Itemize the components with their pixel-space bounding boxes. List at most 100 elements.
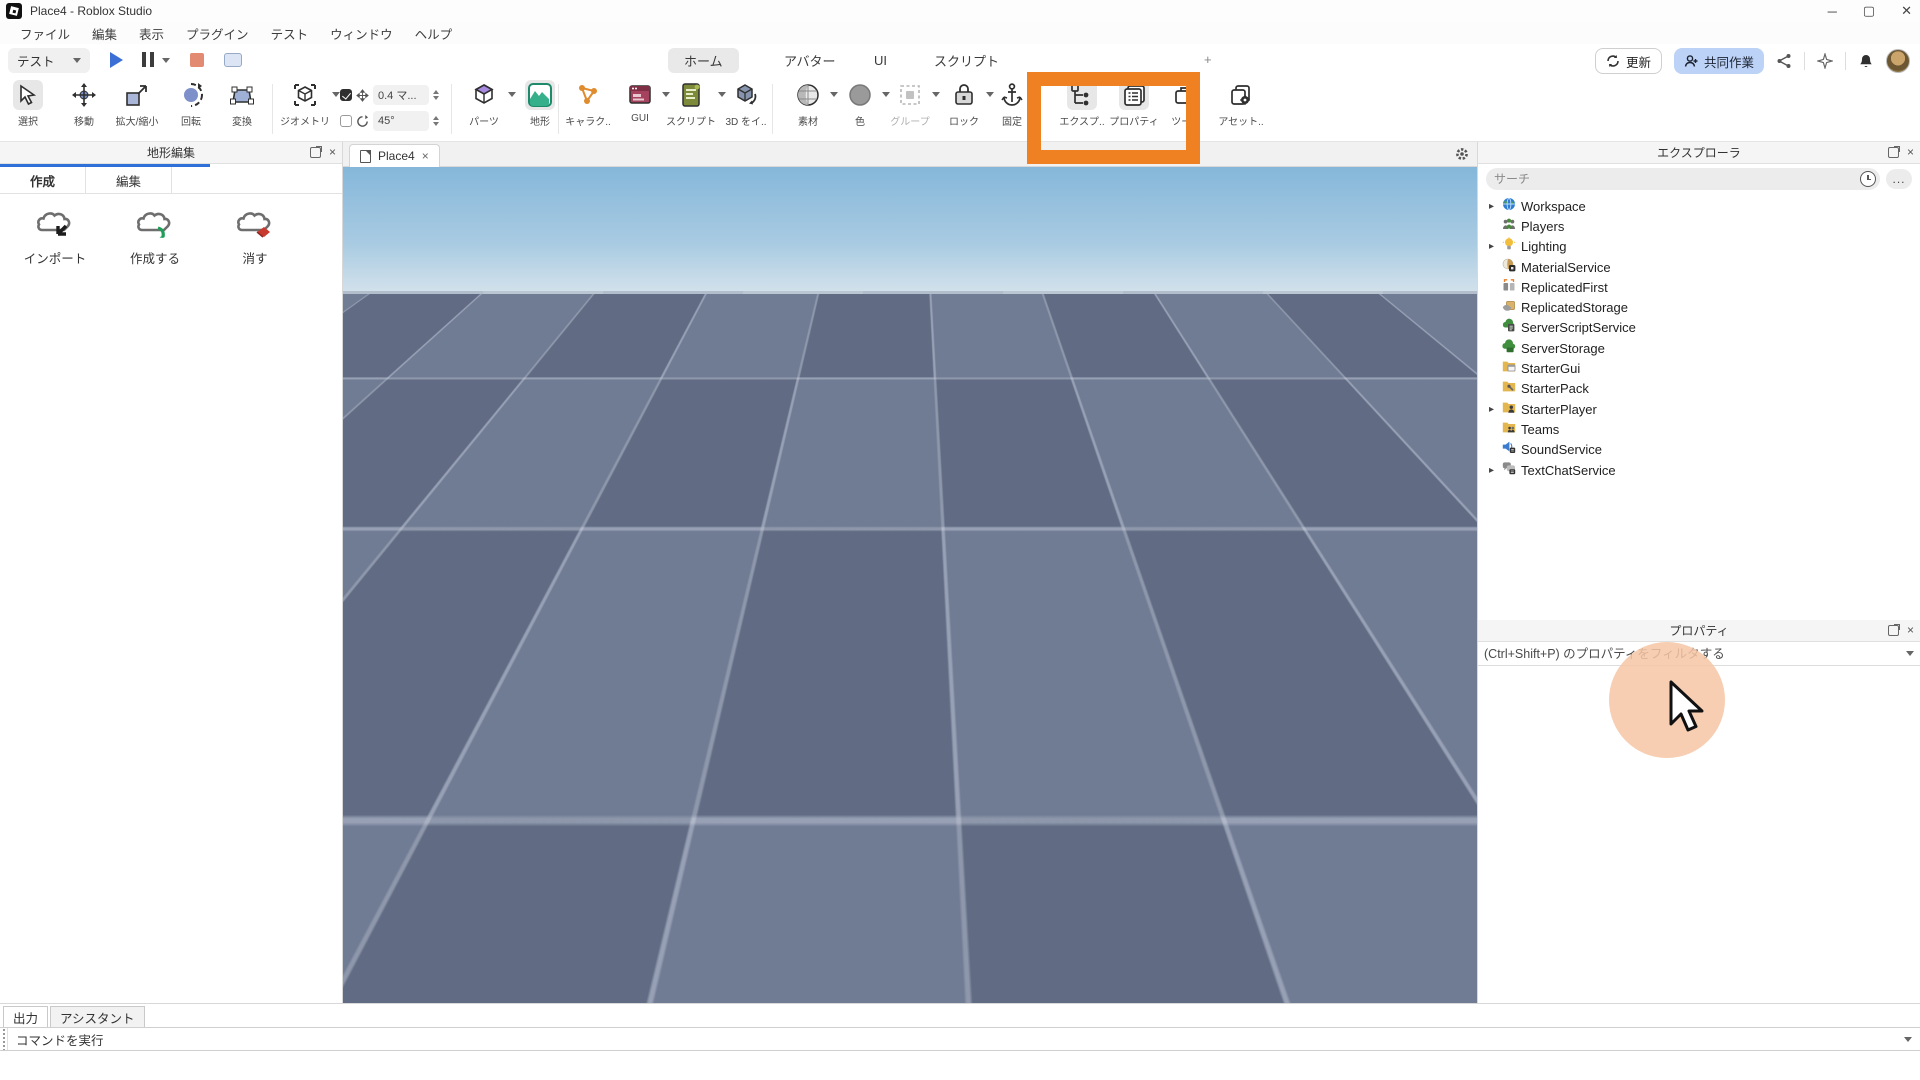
- tree-item-Lighting[interactable]: ▸ Lighting: [1478, 237, 1920, 257]
- close-panel-icon[interactable]: ×: [329, 145, 336, 159]
- dock-tab-出力[interactable]: 出力: [3, 1006, 48, 1027]
- maximize-button[interactable]: ▢: [1863, 3, 1875, 19]
- parts-button[interactable]: パーツ: [458, 80, 510, 128]
- update-button[interactable]: 更新: [1595, 48, 1662, 74]
- tree-item-StarterPlayer[interactable]: ▸ StarterPlayer: [1478, 399, 1920, 419]
- share-icon[interactable]: [1776, 53, 1792, 69]
- collaborate-label: 共同作業: [1704, 52, 1754, 71]
- menu-item-編集[interactable]: 編集: [82, 22, 127, 45]
- group-button[interactable]: グループ: [884, 80, 936, 128]
- menu-item-ウィンドウ[interactable]: ウィンドウ: [320, 22, 403, 45]
- geometry-button[interactable]: ジオメトリ: [276, 80, 334, 128]
- tree-item-ReplicatedFirst[interactable]: ReplicatedFirst: [1478, 277, 1920, 297]
- pause-button[interactable]: [142, 52, 154, 67]
- explorer-search-input[interactable]: [1494, 172, 1872, 186]
- pause-dropdown-icon[interactable]: [162, 58, 170, 63]
- color-button[interactable]: 色: [834, 80, 886, 128]
- explorer-search[interactable]: [1486, 168, 1880, 190]
- close-button[interactable]: ✕: [1901, 3, 1912, 19]
- script-button[interactable]: スクリプト: [662, 80, 720, 128]
- material-button[interactable]: 素材: [782, 80, 834, 128]
- command-dropdown-icon[interactable]: [1904, 1037, 1912, 1042]
- ribbon-tab-UI[interactable]: UI: [858, 48, 903, 73]
- assistant-sparkle-icon[interactable]: [1817, 53, 1833, 69]
- tree-item-StarterGui[interactable]: StarterGui: [1478, 358, 1920, 378]
- tree-item-Teams[interactable]: Teams: [1478, 419, 1920, 439]
- rotate-snap-value[interactable]: 45°: [373, 111, 429, 131]
- 3d-viewport[interactable]: [343, 167, 1477, 1003]
- move-tool-button[interactable]: 移動: [58, 80, 110, 128]
- character-rig-icon: [573, 80, 603, 110]
- add-tab-button[interactable]: +: [1204, 52, 1212, 67]
- geometry-cube-icon: [290, 80, 320, 110]
- search-history-icon[interactable]: [1860, 171, 1876, 187]
- collaborate-button[interactable]: 共同作業: [1674, 48, 1764, 74]
- rotate-snap-checkbox[interactable]: [340, 115, 352, 127]
- popout-icon[interactable]: [310, 147, 321, 158]
- user-avatar[interactable]: [1886, 49, 1910, 73]
- ribbon-tab-アバター[interactable]: アバター: [768, 48, 851, 73]
- geometry-dropdown-icon[interactable]: [332, 92, 340, 97]
- tree-item-ServerStorage[interactable]: ServerStorage: [1478, 338, 1920, 358]
- menu-item-ファイル[interactable]: ファイル: [10, 22, 80, 45]
- move-snap-stepper[interactable]: [433, 90, 439, 100]
- character-button[interactable]: キャラク..: [562, 80, 614, 128]
- test-mode-dropdown[interactable]: テスト: [8, 48, 90, 73]
- gui-button[interactable]: GUI: [614, 80, 666, 124]
- popout-icon[interactable]: [1888, 147, 1899, 158]
- minimize-button[interactable]: ─: [1828, 4, 1837, 19]
- menu-item-プラグイン[interactable]: プラグイン: [176, 22, 259, 45]
- expand-arrow-icon[interactable]: ▸: [1486, 201, 1497, 212]
- rotate-tool-button[interactable]: 回転: [165, 80, 217, 128]
- notifications-bell-icon[interactable]: [1858, 53, 1874, 69]
- command-input[interactable]: コマンドを実行: [8, 1030, 104, 1049]
- terrain-tab-編集[interactable]: 編集: [86, 167, 172, 193]
- popout-icon[interactable]: [1888, 625, 1899, 636]
- asset-manager-button[interactable]: アセット..: [1212, 80, 1270, 128]
- spawn-platform[interactable]: [683, 497, 1123, 747]
- terrain-tool-作成する[interactable]: 作成する: [118, 208, 192, 267]
- scale-tool-button[interactable]: 拡大/縮小: [107, 80, 167, 128]
- move-snap-value[interactable]: 0.4 マ...: [373, 85, 429, 105]
- drag-grip[interactable]: [0, 1028, 8, 1050]
- tree-item-TextChatService[interactable]: ▸ TextChatService: [1478, 460, 1920, 480]
- sync-icon: [1606, 54, 1620, 68]
- tree-item-MaterialService[interactable]: MaterialService: [1478, 257, 1920, 277]
- expand-arrow-icon[interactable]: ▸: [1486, 241, 1497, 252]
- terrain-tool-インポート[interactable]: インポート: [18, 208, 92, 267]
- tree-item-StarterPack[interactable]: StarterPack: [1478, 379, 1920, 399]
- tree-item-Players[interactable]: Players: [1478, 216, 1920, 236]
- lock-button[interactable]: ロック: [938, 80, 990, 128]
- close-panel-icon[interactable]: ×: [1907, 623, 1914, 637]
- game-settings-icon[interactable]: [224, 53, 242, 67]
- terrain-tool-消す[interactable]: 消す: [218, 208, 292, 267]
- explorer-more-button[interactable]: ...: [1886, 169, 1912, 189]
- place-tab[interactable]: Place4 ×: [349, 144, 440, 167]
- close-panel-icon[interactable]: ×: [1907, 145, 1914, 159]
- dock-tab-アシスタント[interactable]: アシスタント: [50, 1006, 145, 1027]
- rotate-snap-stepper[interactable]: [433, 116, 439, 126]
- tree-item-Workspace[interactable]: ▸ Workspace: [1478, 196, 1920, 216]
- menu-item-表示[interactable]: 表示: [129, 22, 174, 45]
- tab-close-icon[interactable]: ×: [422, 149, 429, 163]
- expand-arrow-icon[interactable]: ▸: [1486, 404, 1497, 415]
- menu-item-ヘルプ[interactable]: ヘルプ: [405, 22, 463, 45]
- stop-button[interactable]: [190, 53, 204, 67]
- viewport-settings-gear-icon[interactable]: [1455, 147, 1469, 161]
- move-snap-checkbox[interactable]: [340, 89, 352, 101]
- transform-tool-button[interactable]: 変換: [216, 80, 268, 128]
- expand-arrow-icon[interactable]: ▸: [1486, 465, 1497, 476]
- play-button[interactable]: [110, 52, 123, 68]
- filter-dropdown-icon[interactable]: [1906, 651, 1914, 656]
- import-3d-button[interactable]: 3D をイ..: [718, 80, 774, 128]
- command-bar[interactable]: コマンドを実行: [0, 1027, 1920, 1051]
- select-tool-button[interactable]: 選択: [2, 80, 54, 128]
- ribbon-tab-ホーム[interactable]: ホーム: [668, 48, 739, 73]
- tree-item-SoundService[interactable]: SoundService: [1478, 440, 1920, 460]
- terrain-tab-作成[interactable]: 作成: [0, 167, 86, 193]
- tree-item-ReplicatedStorage[interactable]: ReplicatedStorage: [1478, 297, 1920, 317]
- sky: [343, 167, 1477, 307]
- tree-item-ServerScriptService[interactable]: ServerScriptService: [1478, 318, 1920, 338]
- menu-item-テスト[interactable]: テスト: [261, 22, 319, 45]
- ribbon-tab-スクリプト[interactable]: スクリプト: [918, 48, 1015, 73]
